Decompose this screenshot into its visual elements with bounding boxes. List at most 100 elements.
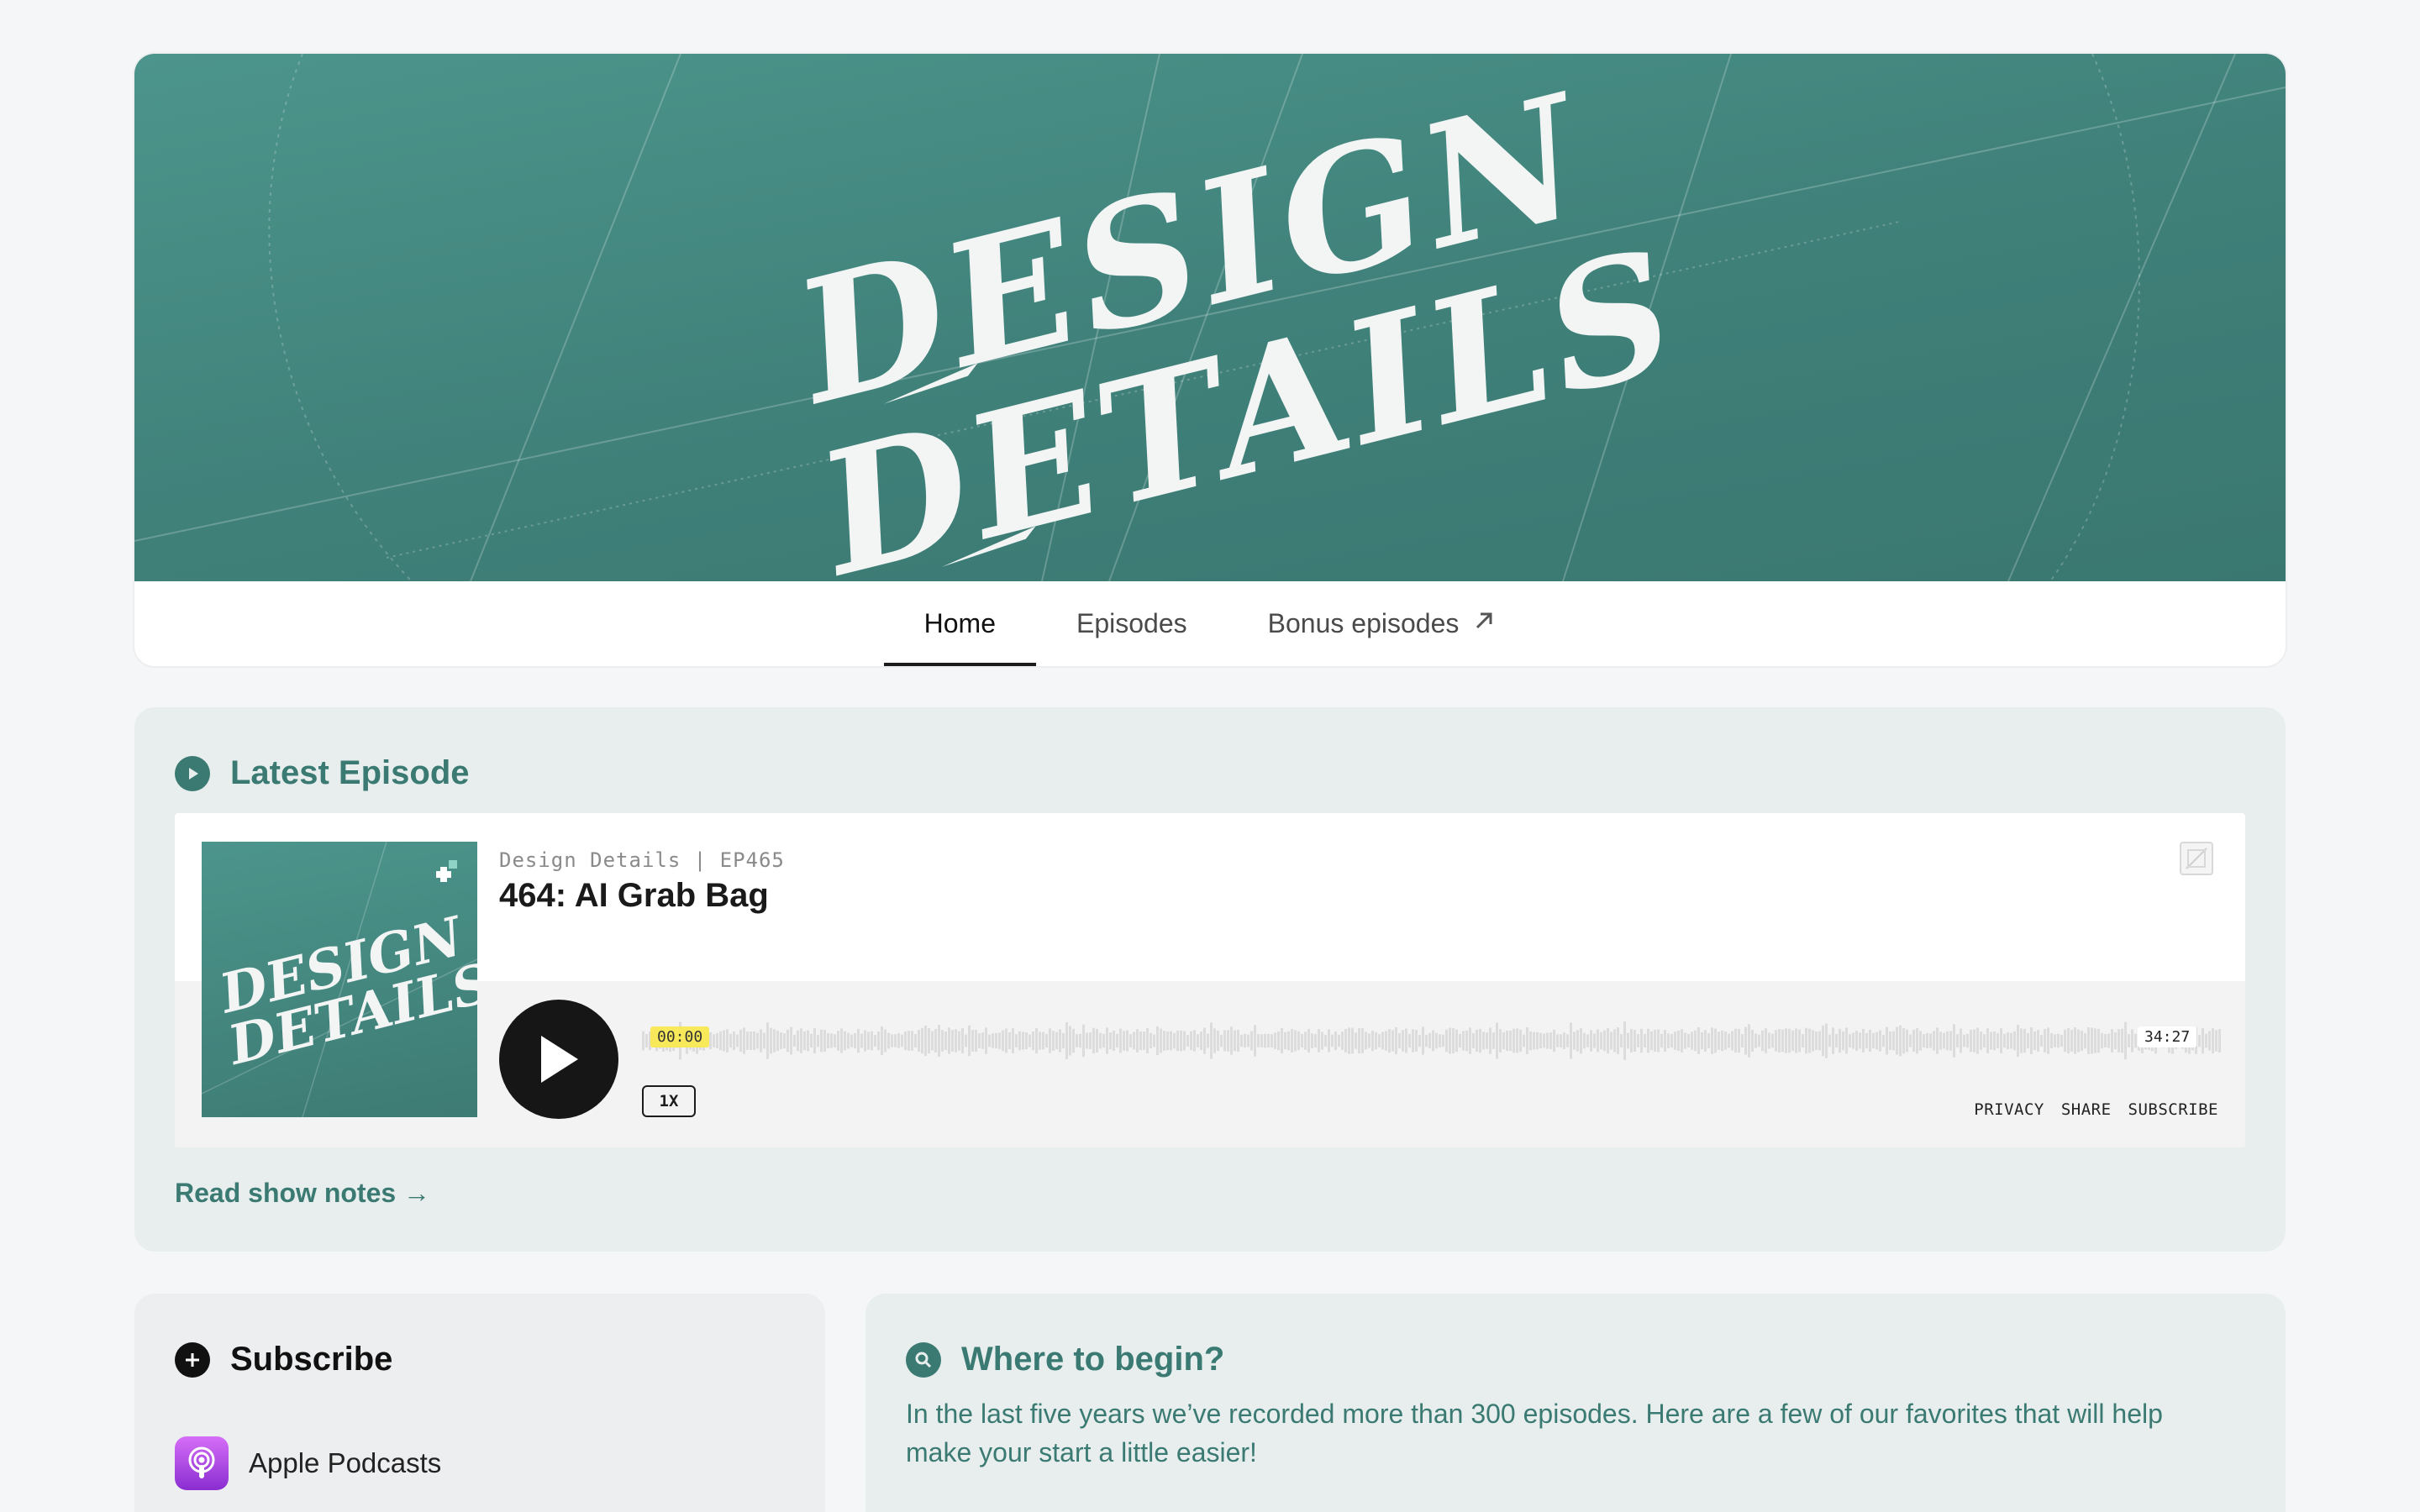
waveform-bar [961, 1028, 964, 1053]
waveform-bar [1217, 1030, 1219, 1052]
waveform-bar [820, 1029, 823, 1053]
waveform-bar [1973, 1029, 1975, 1053]
waveform-bar [1812, 1030, 1814, 1052]
waveform-bar [1657, 1029, 1660, 1053]
waveform-bar [1096, 1028, 1098, 1053]
waveform-bar [1586, 1034, 1589, 1047]
waveform-bar [1707, 1033, 1710, 1048]
waveform-bar [1714, 1028, 1717, 1053]
waveform-bar [790, 1026, 792, 1055]
podcast-banner: DESIGN DETAILS [134, 54, 2286, 581]
waveform-bar [1597, 1029, 1599, 1053]
waveform-bar [2215, 1030, 2217, 1052]
waveform-bar [1630, 1028, 1633, 1053]
waveform-bar [1802, 1034, 1804, 1047]
waveform-bar [1634, 1030, 1636, 1052]
tab-bonus-episodes[interactable]: Bonus episodes [1228, 581, 1537, 666]
waveform-bar [2060, 1034, 2063, 1047]
waveform-bar [1899, 1025, 1902, 1057]
waveform-bar [1133, 1032, 1135, 1050]
play-button[interactable] [499, 1000, 618, 1119]
latest-episode-title: Latest Episode [230, 754, 470, 791]
waveform-bar [1711, 1027, 1713, 1054]
waveform-bar [1005, 1028, 1007, 1053]
waveform-bar [944, 1032, 947, 1050]
waveform-bar [1254, 1025, 1256, 1057]
waveform-bar [793, 1034, 796, 1047]
apple-podcasts-link[interactable]: Apple Podcasts [175, 1436, 441, 1490]
waveform-bar [1543, 1033, 1545, 1048]
waveform-bar [1923, 1034, 1925, 1047]
waveform-bar [1116, 1033, 1118, 1048]
playback-speed-button[interactable]: 1X [642, 1085, 696, 1117]
tab-episodes[interactable]: Episodes [1036, 581, 1228, 666]
read-show-notes-link[interactable]: Read show notes → [175, 1178, 430, 1209]
waveform-bar [1314, 1034, 1317, 1047]
waveform-bar [1879, 1030, 1881, 1052]
privacy-link[interactable]: PRIVACY [1974, 1100, 2044, 1119]
waveform-bar [1765, 1028, 1767, 1053]
tab-home-label: Home [923, 608, 996, 638]
waveform-bar [985, 1027, 987, 1054]
waveform-bar [1123, 1031, 1125, 1051]
waveform-bar [1849, 1034, 1851, 1047]
episode-title[interactable]: 464: AI Grab Bag [499, 877, 769, 915]
waveform-bar [1828, 1034, 1831, 1047]
episode-player: DESIGN DETAILS Design Details | EP465 46… [175, 813, 2245, 1147]
waveform-bar [1015, 1034, 1018, 1047]
waveform-bar [1818, 1031, 1821, 1051]
waveform-bar [1371, 1030, 1374, 1052]
waveform-bar [1758, 1034, 1760, 1047]
waveform-bar [1213, 1028, 1216, 1053]
waveform-bar [924, 1025, 927, 1057]
waveform-bar [837, 1031, 839, 1051]
waveform-bar [1459, 1033, 1461, 1048]
episode-cover-art: DESIGN DETAILS [202, 842, 477, 1117]
waveform-bar [965, 1034, 967, 1047]
waveform-bar [2101, 1032, 2103, 1049]
waveform-bar [1912, 1029, 1915, 1053]
waveform-bar [2033, 1031, 2036, 1051]
waveform-bar [1754, 1033, 1757, 1048]
waveform-bar [1882, 1034, 1885, 1047]
waveform-bar [1150, 1032, 1152, 1049]
waveform-bar [1906, 1029, 1908, 1053]
waveform-bar [719, 1031, 722, 1051]
waveform-bar [1291, 1028, 1293, 1053]
waveform-bar [1220, 1034, 1223, 1047]
waveform-bar [1876, 1032, 1878, 1050]
share-link[interactable]: SHARE [2061, 1100, 2112, 1119]
waveform-bar [1039, 1032, 1041, 1050]
waveform-bar [773, 1029, 776, 1053]
waveform-bar [1301, 1034, 1303, 1047]
waveform-bar [1092, 1027, 1095, 1054]
waveform-bar [854, 1032, 856, 1049]
waveform-bar [834, 1034, 836, 1047]
waveform-bar [1519, 1029, 1522, 1053]
waveform-bar [1156, 1026, 1159, 1056]
waveform-bar [1425, 1034, 1428, 1047]
waveform-bar [1956, 1034, 1959, 1047]
waveform-bar [1318, 1029, 1320, 1053]
waveform-bar [2054, 1034, 2056, 1047]
subscribe-link[interactable]: SUBSCRIBE [2128, 1100, 2218, 1119]
waveform-bar [918, 1030, 920, 1052]
waveform-bar [1640, 1028, 1643, 1053]
waveform-bar [2104, 1034, 2107, 1047]
waveform-bar [1613, 1029, 1616, 1053]
waveform-bar [840, 1028, 843, 1053]
waveform-bar [2097, 1028, 2100, 1053]
tab-home[interactable]: Home [883, 581, 1037, 666]
waveform-bar [1539, 1032, 1542, 1049]
waveform-bar [2107, 1033, 2110, 1048]
waveform-bar [1704, 1030, 1707, 1052]
waveform-bar [2030, 1027, 2033, 1054]
waveform-bar [1341, 1032, 1344, 1050]
waveform-bar [1916, 1027, 1918, 1054]
waveform-bar [904, 1032, 907, 1050]
waveform-bar [1600, 1032, 1602, 1050]
waveform-scrubber[interactable] [642, 1003, 2222, 1079]
waveform-bar [1375, 1032, 1377, 1050]
waveform-bar [1344, 1029, 1347, 1053]
waveform-bar [1223, 1030, 1226, 1052]
